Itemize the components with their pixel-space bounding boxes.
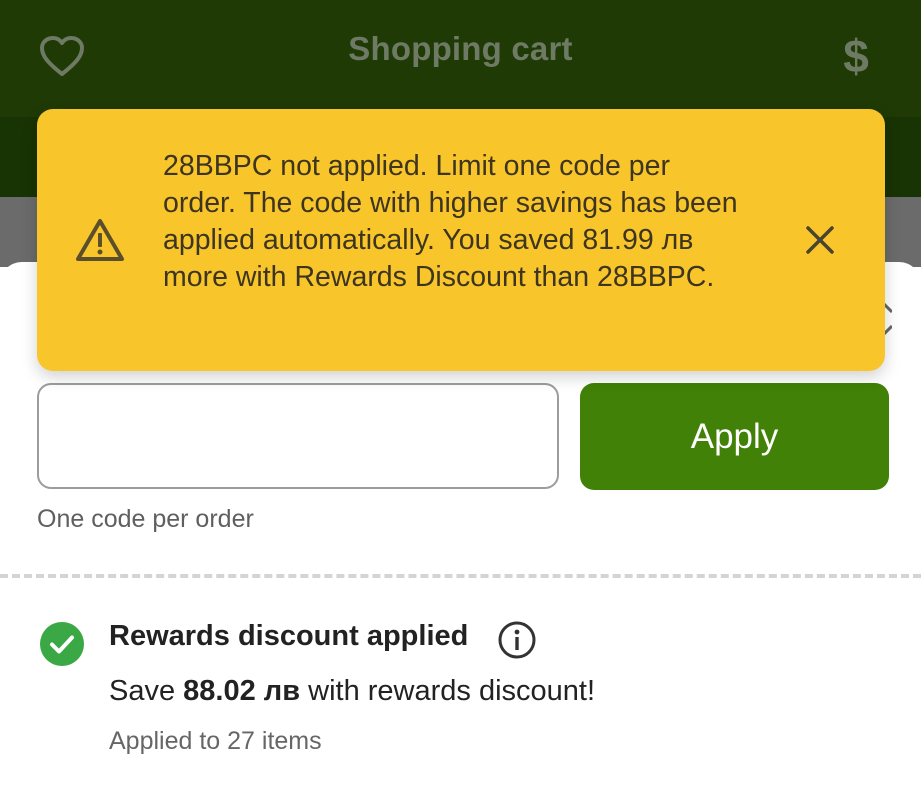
promo-hint: One code per order: [37, 505, 254, 533]
dashed-divider: [0, 574, 921, 578]
dollar-icon[interactable]: $: [828, 28, 884, 84]
savings-prefix: Save: [109, 675, 184, 707]
close-icon[interactable]: [799, 219, 841, 261]
apply-button[interactable]: Apply: [580, 383, 889, 490]
check-circle-icon: [40, 622, 84, 666]
info-icon[interactable]: [497, 620, 537, 660]
savings-suffix: with rewards discount!: [300, 675, 596, 707]
warning-icon: [76, 219, 124, 261]
applied-items-count: Applied to 27 items: [109, 727, 322, 755]
svg-text:$: $: [843, 32, 869, 80]
page-title: Shopping cart: [348, 30, 573, 67]
app-bar: Shopping cart $: [0, 0, 921, 117]
toast-message: 28BBPC not applied. Limit one code per o…: [163, 150, 738, 293]
rewards-title: Rewards discount applied: [109, 620, 469, 652]
promo-code-input[interactable]: [37, 383, 559, 489]
rewards-savings: Save 88.02 лв with rewards discount!: [109, 675, 595, 708]
warning-toast: 28BBPC not applied. Limit one code per o…: [37, 109, 885, 371]
savings-amount: 88.02 лв: [183, 675, 301, 707]
